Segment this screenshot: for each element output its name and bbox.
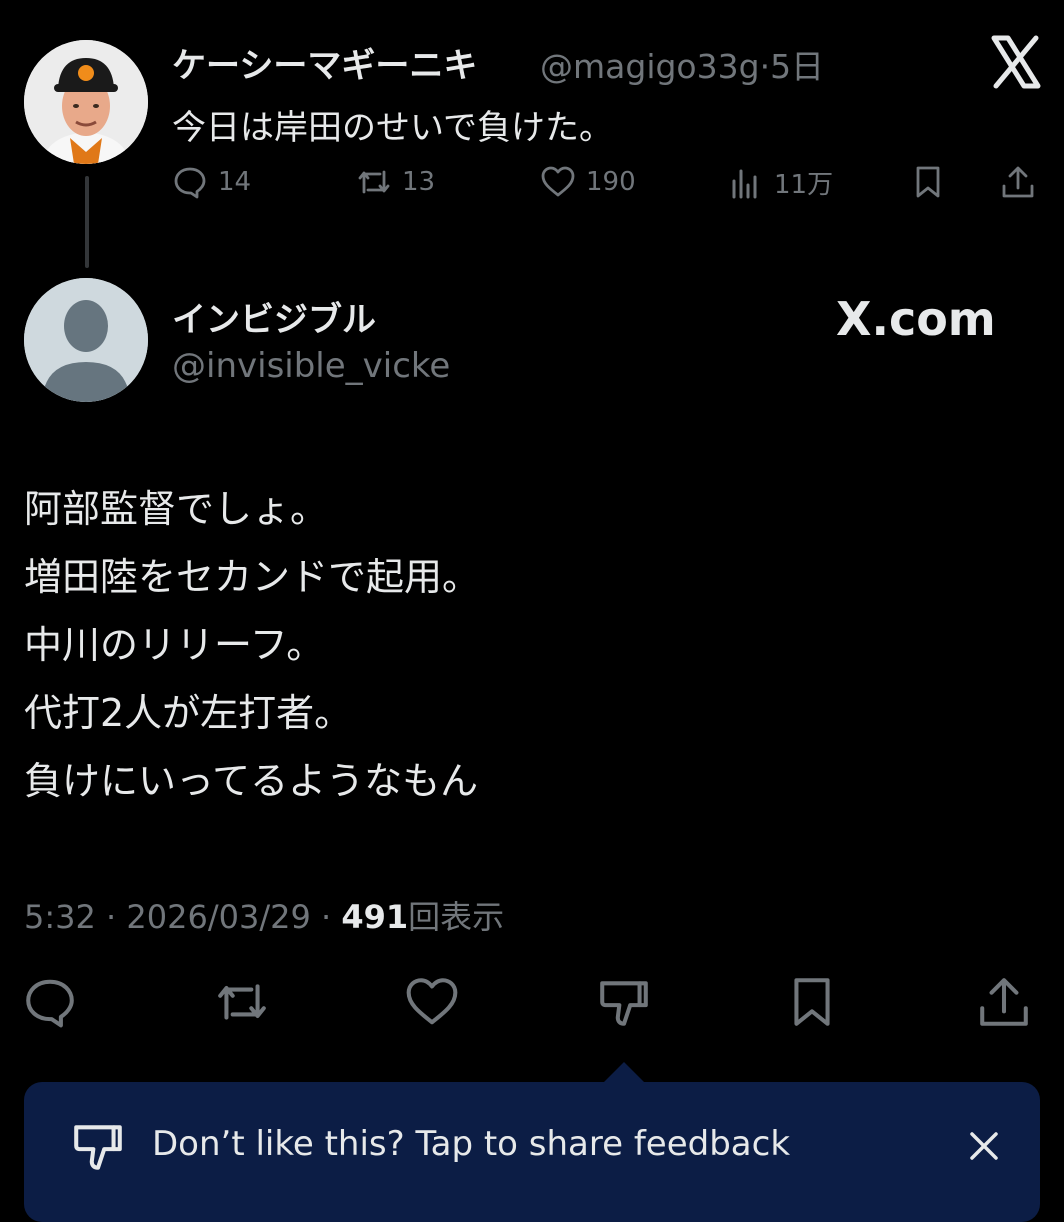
reply-text-line: 阿部監督でしょ。: [24, 487, 329, 531]
bookmark-icon: [916, 166, 940, 198]
heart-icon: [541, 166, 575, 197]
parent-like-button[interactable]: 190: [540, 164, 636, 200]
thumbs-down-icon: [600, 981, 648, 1026]
parent-tweet-text: 今日は岸田のせいで負けた。: [172, 108, 613, 148]
parent-handle-text[interactable]: @magigo33g: [540, 47, 760, 86]
parent-share-button[interactable]: [1000, 164, 1036, 200]
views-icon: [732, 169, 757, 198]
meta-dot: ·: [106, 898, 117, 936]
parent-author-handle: @magigo33g·5日: [540, 40, 824, 88]
like-button[interactable]: [404, 974, 460, 1034]
reply-count: 14: [218, 167, 252, 197]
avatar-magigo33g[interactable]: [24, 40, 148, 164]
reply-view-label: 回表示: [408, 898, 505, 936]
reply-time[interactable]: 5:32: [24, 898, 96, 936]
views-count: 11万: [774, 170, 834, 200]
heart-icon: [406, 978, 458, 1025]
x-com-watermark: X.com: [836, 292, 996, 346]
reply-author-name[interactable]: インビジブル: [172, 292, 376, 341]
separator-dot: ·: [759, 47, 771, 86]
reply-icon: [26, 979, 74, 1028]
reply-meta: 5:32 · 2026/03/29 · 491回表示: [24, 892, 504, 938]
reply-view-count[interactable]: 491: [341, 898, 408, 936]
reply-text-line: 増田陸をセカンドで起用。: [24, 555, 481, 599]
thread-line: [85, 176, 89, 268]
toast-message[interactable]: Don’t like this? Tap to share feedback: [152, 1124, 790, 1164]
parent-bookmark-button[interactable]: [910, 164, 946, 200]
parent-reply-button[interactable]: 14: [172, 164, 251, 200]
toast-pointer: [602, 1062, 646, 1084]
parent-author-name[interactable]: ケーシーマギーニキ: [172, 38, 477, 87]
parent-time-ago[interactable]: 5日: [770, 47, 824, 86]
reply-text-line: 負けにいってるようなもん: [24, 759, 479, 803]
share-icon: [1002, 166, 1034, 198]
reply-author-handle[interactable]: @invisible_vicke: [172, 346, 450, 386]
x-logo-icon: [988, 34, 1044, 90]
reply-text-line: 代打2人が左打者。: [24, 691, 353, 735]
avatar-invisible-vicke[interactable]: [24, 278, 148, 402]
toast-close-button[interactable]: [964, 1126, 1004, 1170]
share-button[interactable]: [976, 974, 1032, 1034]
repost-count: 13: [402, 167, 436, 197]
dislike-button[interactable]: [596, 974, 652, 1034]
repost-button[interactable]: [214, 974, 270, 1034]
close-icon: [970, 1132, 998, 1160]
share-icon: [980, 978, 1028, 1026]
toast-thumbs-down-icon: [70, 1118, 126, 1178]
bookmark-icon: [794, 978, 830, 1026]
meta-dot: ·: [320, 898, 332, 936]
bookmark-button[interactable]: [784, 974, 840, 1034]
reply-button[interactable]: [22, 974, 78, 1034]
parent-views-button[interactable]: 11万: [728, 164, 833, 201]
reply-icon: [174, 167, 206, 199]
repost-icon: [358, 170, 390, 194]
parent-repost-button[interactable]: 13: [356, 164, 435, 200]
reply-text-line: 中川のリリーフ。: [24, 623, 325, 667]
like-count: 190: [586, 167, 636, 197]
reply-date[interactable]: 2026/03/29: [126, 898, 310, 936]
repost-icon: [218, 984, 266, 1020]
